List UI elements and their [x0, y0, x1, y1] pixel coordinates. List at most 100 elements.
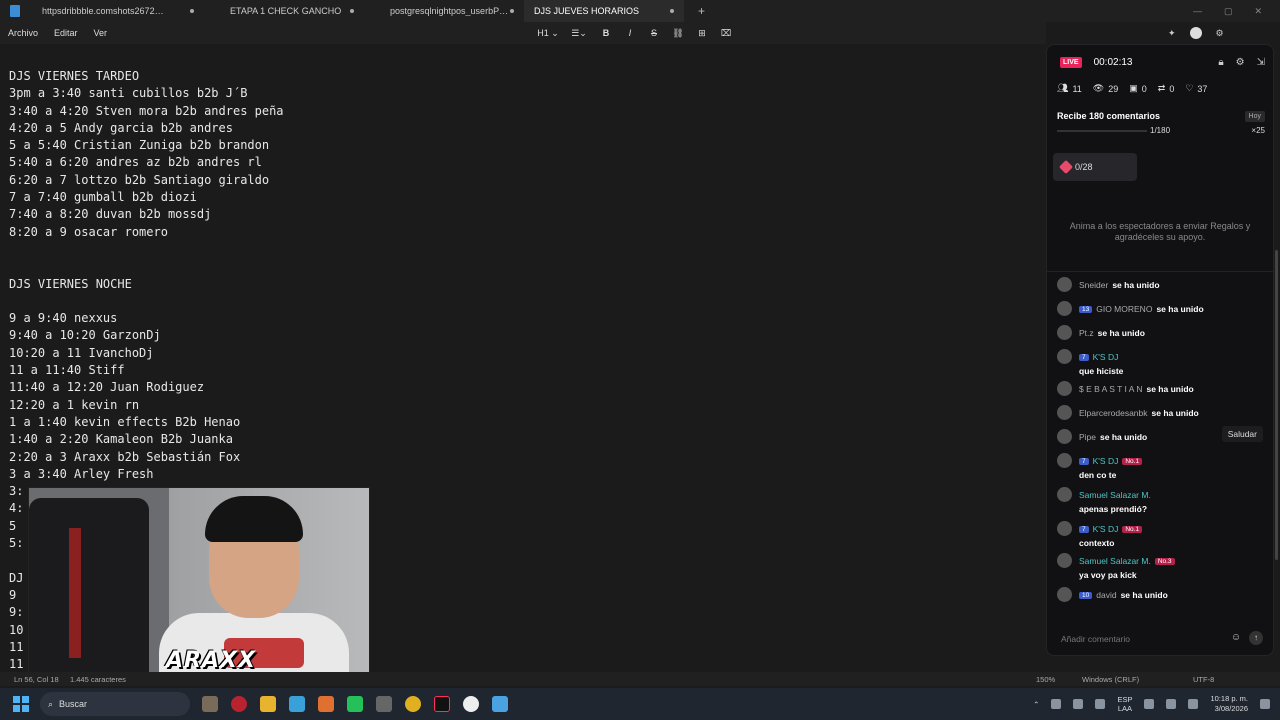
chat-username[interactable]: Sneider: [1079, 280, 1108, 290]
tab-djs-jueves[interactable]: DJS JUEVES HORARIOS: [524, 0, 684, 22]
clear-format-icon[interactable]: ⌧: [719, 28, 733, 39]
chat-username[interactable]: K'S DJ: [1093, 456, 1119, 466]
clock[interactable]: 10:18 p. m. 3/08/2026: [1210, 694, 1248, 714]
editor-line[interactable]: 3 a 3:40 Arley Fresh: [9, 466, 284, 483]
notifications-icon[interactable]: [1260, 699, 1270, 709]
editor-line[interactable]: DJS VIERNES TARDEO: [9, 68, 284, 85]
avatar[interactable]: [1057, 325, 1072, 340]
taskbar-search[interactable]: ⌕ Buscar: [40, 692, 190, 716]
encoding[interactable]: UTF-8: [1193, 675, 1214, 684]
taskview-icon[interactable]: [202, 696, 218, 712]
link-icon[interactable]: ⛓: [671, 28, 685, 39]
editor-line[interactable]: 11 a 11:40 Stiff: [9, 362, 284, 379]
editor-line[interactable]: [9, 241, 284, 258]
editor-line[interactable]: 1 a 1:40 kevin effects B2b Henao: [9, 414, 284, 431]
opera-icon[interactable]: [231, 696, 247, 712]
maximize-icon[interactable]: ▢: [1224, 6, 1233, 17]
chrome-icon[interactable]: [405, 696, 421, 712]
avatar[interactable]: [1057, 405, 1072, 420]
editor-line[interactable]: 1:40 a 2:20 Kamaleon B2b Juanka: [9, 431, 284, 448]
bold-icon[interactable]: B: [599, 28, 613, 38]
avatar[interactable]: [1057, 429, 1072, 444]
editor-line[interactable]: 5:40 a 6:20 andres az b2b andres rl: [9, 154, 284, 171]
chat-username[interactable]: Samuel Salazar M.: [1079, 490, 1151, 500]
file-explorer-icon[interactable]: [260, 696, 276, 712]
zoom-level[interactable]: 150%: [1036, 675, 1055, 684]
editor-line[interactable]: 11:40 a 12:20 Juan Rodiguez: [9, 379, 284, 396]
avatar[interactable]: [1057, 487, 1072, 502]
chat-username[interactable]: Elparcerodesanbk: [1079, 408, 1148, 418]
editor-line[interactable]: 10:20 a 11 IvanchoDj: [9, 345, 284, 362]
lock-icon[interactable]: 🔒︎: [1218, 57, 1223, 68]
tab-etapa[interactable]: ETAPA 1 CHECK GANCHO: [204, 0, 364, 22]
emoji-icon[interactable]: ☺: [1229, 631, 1243, 645]
app-icon[interactable]: [318, 696, 334, 712]
popout-icon[interactable]: ⇲: [1257, 57, 1265, 68]
chat-username[interactable]: K'S DJ: [1093, 524, 1119, 534]
editor-line[interactable]: 8:20 a 9 osacar romero: [9, 224, 284, 241]
menu-editar[interactable]: Editar: [46, 28, 86, 38]
avatar[interactable]: [1057, 587, 1072, 602]
menu-archivo[interactable]: Archivo: [0, 28, 46, 38]
editor-line[interactable]: 7 a 7:40 gumball b2b diozi: [9, 189, 284, 206]
unsaved-dot-icon[interactable]: [510, 9, 514, 13]
volume-icon[interactable]: [1166, 699, 1177, 709]
mic-icon[interactable]: [1095, 699, 1106, 709]
table-icon[interactable]: ⊞: [695, 28, 709, 39]
unsaved-dot-icon[interactable]: [350, 9, 354, 13]
panel-scroll-thumb[interactable]: [1275, 250, 1278, 560]
chat-username[interactable]: $ E B A S T I A N: [1079, 384, 1142, 394]
editor-line[interactable]: 9:40 a 10:20 GarzonDj: [9, 327, 284, 344]
settings-icon[interactable]: [376, 696, 392, 712]
minimize-icon[interactable]: —: [1193, 6, 1202, 17]
editor-line[interactable]: [9, 258, 284, 275]
notepad-taskbar-icon[interactable]: [492, 696, 508, 712]
store-icon[interactable]: [289, 696, 305, 712]
security-icon[interactable]: [1073, 699, 1084, 709]
edge-icon[interactable]: [1051, 699, 1062, 709]
chat-username[interactable]: K'S DJ: [1093, 352, 1119, 362]
heading-dropdown[interactable]: H1 ⌄: [537, 28, 559, 39]
line-endings[interactable]: Windows (CRLF): [1082, 675, 1139, 684]
windows-start-icon[interactable]: [13, 696, 29, 712]
settings-gear-icon[interactable]: ⚙: [1216, 28, 1224, 39]
gift-goal[interactable]: 0/28: [1053, 153, 1137, 181]
editor-line[interactable]: 12:20 a 1 kevin rn: [9, 397, 284, 414]
battery-icon[interactable]: [1188, 699, 1199, 709]
menu-ver[interactable]: Ver: [86, 28, 116, 38]
unsaved-dot-icon[interactable]: [670, 9, 674, 13]
editor-line[interactable]: 7:40 a 8:20 duvan b2b mossdj: [9, 206, 284, 223]
whatsapp-icon[interactable]: [347, 696, 363, 712]
strikethrough-icon[interactable]: S: [647, 28, 661, 38]
copilot-icon[interactable]: ✦: [1168, 28, 1176, 39]
unsaved-dot-icon[interactable]: [190, 9, 194, 13]
editor-line[interactable]: [9, 293, 284, 310]
chat-username[interactable]: Pipe: [1079, 432, 1096, 442]
editor-line[interactable]: DJS VIERNES NOCHE: [9, 276, 284, 293]
avatar[interactable]: [1057, 553, 1072, 568]
editor-line[interactable]: 9 a 9:40 nexxus: [9, 310, 284, 327]
settings-icon[interactable]: ⚙: [1236, 57, 1245, 68]
editor-line[interactable]: 3pm a 3:40 santi cubillos b2b J´B: [9, 85, 284, 102]
italic-icon[interactable]: I: [623, 28, 637, 38]
network-icon[interactable]: [1144, 699, 1155, 709]
language-indicator[interactable]: ESP LAA: [1117, 695, 1132, 713]
avatar[interactable]: [1189, 27, 1202, 39]
avatar[interactable]: [1057, 453, 1072, 468]
comment-input[interactable]: Añadir comentario ☺ ↑: [1053, 629, 1269, 649]
greet-button[interactable]: Saludar: [1221, 426, 1263, 442]
chevron-up-icon[interactable]: ⌃: [1033, 700, 1039, 709]
close-icon[interactable]: ✕: [1254, 6, 1262, 17]
avatar[interactable]: [1057, 381, 1072, 396]
editor-line[interactable]: 6:20 a 7 lottzo b2b Santiago giraldo: [9, 172, 284, 189]
avatar[interactable]: [1057, 349, 1072, 364]
editor-line[interactable]: 3:40 a 4:20 Stven mora b2b andres peña: [9, 103, 284, 120]
tiktok-icon[interactable]: [434, 696, 450, 712]
media-player-icon[interactable]: [463, 696, 479, 712]
editor-line[interactable]: 2:20 a 3 Araxx b2b Sebastián Fox: [9, 449, 284, 466]
avatar[interactable]: [1057, 277, 1072, 292]
tab-postgres[interactable]: postgresqlnightpos_userbPlBsSh6o1: [364, 0, 524, 22]
editor-line[interactable]: 5 a 5:40 Cristian Zuniga b2b brandon: [9, 137, 284, 154]
avatar[interactable]: [1057, 521, 1072, 536]
editor-line[interactable]: 4:20 a 5 Andy garcia b2b andres: [9, 120, 284, 137]
